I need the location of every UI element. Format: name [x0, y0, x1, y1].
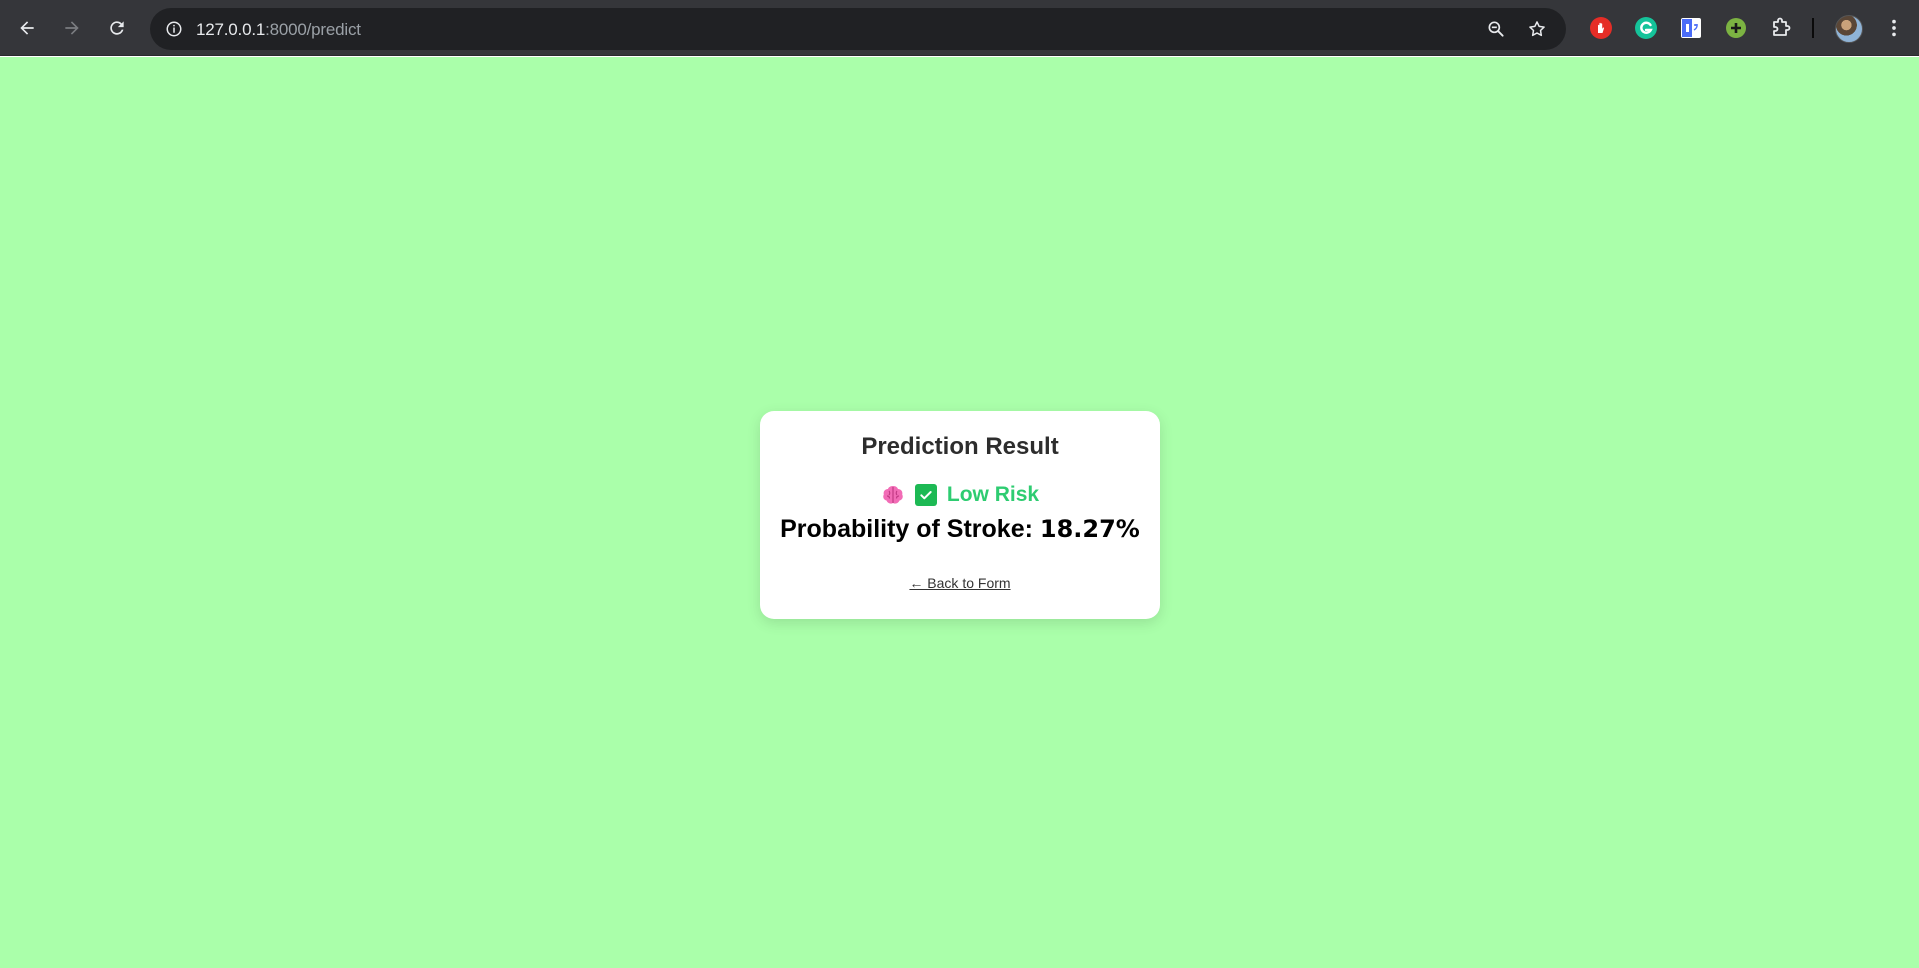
browser-toolbar: 127.0.0.1:8000/predict	[0, 0, 1919, 56]
check-box-icon	[914, 484, 937, 506]
grammarly-icon	[1635, 17, 1657, 39]
puzzle-icon	[1773, 17, 1791, 36]
probability-value: 18.27%	[1039, 515, 1140, 543]
browser-menu-button[interactable]	[1880, 14, 1908, 42]
zoom-out-icon	[1488, 21, 1504, 37]
star-icon	[1529, 21, 1545, 37]
toolbar-divider	[1812, 18, 1814, 38]
extension-translate[interactable]	[1678, 15, 1704, 41]
probability-label: Probability of Stroke:	[780, 515, 1040, 543]
extensions-button[interactable]	[1768, 15, 1794, 41]
profile-avatar[interactable]	[1835, 15, 1863, 43]
extension-plus[interactable]	[1723, 15, 1749, 41]
bookmark-button[interactable]	[1523, 15, 1551, 43]
site-info-button[interactable]	[158, 13, 190, 45]
translate-icon	[1681, 18, 1701, 38]
info-icon	[166, 21, 182, 37]
url-path: :8000/predict	[265, 20, 361, 39]
back-button[interactable]	[9, 10, 45, 46]
reload-icon	[110, 21, 124, 35]
url-host: 127.0.0.1	[196, 20, 266, 39]
forward-button[interactable]	[54, 10, 90, 46]
page-viewport: Prediction Result Low Risk Probability o…	[0, 57, 1919, 968]
result-card: Prediction Result Low Risk Probability o…	[760, 411, 1160, 619]
zoom-button[interactable]	[1482, 15, 1510, 43]
probability-text: Probability of Stroke: 18.27%	[760, 515, 1160, 544]
plus-circle-icon	[1726, 18, 1746, 38]
back-to-form-link[interactable]: ← Back to Form	[760, 575, 1160, 591]
address-bar[interactable]: 127.0.0.1:8000/predict	[150, 8, 1566, 50]
risk-label: Low Risk	[946, 483, 1040, 506]
reload-button[interactable]	[99, 10, 135, 46]
arrow-left-icon	[20, 21, 34, 35]
kebab-menu-icon	[1892, 19, 1896, 37]
brain-icon	[881, 484, 905, 506]
extension-grammarly[interactable]	[1633, 15, 1659, 41]
arrow-right-icon	[65, 21, 79, 35]
hand-stop-icon	[1590, 17, 1612, 39]
extension-hand[interactable]	[1588, 15, 1614, 41]
page-title: Prediction Result	[861, 433, 1059, 460]
url-text[interactable]: 127.0.0.1:8000/predict	[196, 20, 361, 40]
risk-row: Low Risk	[760, 483, 1160, 507]
